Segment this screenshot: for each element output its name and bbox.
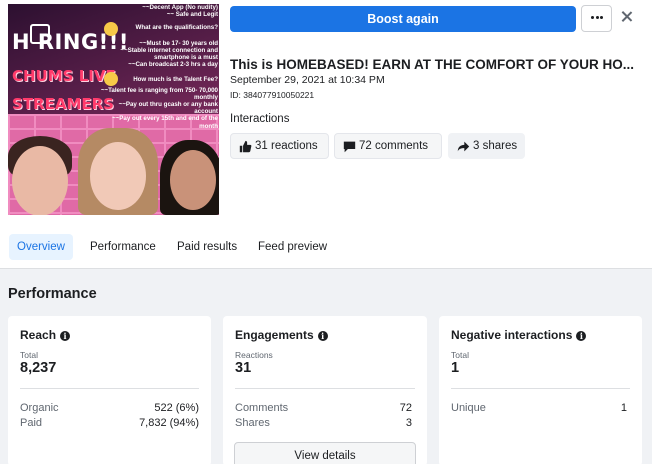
post-id: ID: 384077910050221	[230, 90, 315, 100]
view-details-button[interactable]: View details	[234, 442, 416, 464]
tab-overview[interactable]: Overview	[9, 234, 73, 260]
comment-icon	[343, 141, 356, 153]
tab-paid-results[interactable]: Paid results	[169, 234, 245, 260]
shares-chip[interactable]: 3 shares	[448, 133, 525, 159]
info-icon[interactable]: i	[576, 331, 587, 341]
info-icon[interactable]: i	[60, 331, 71, 341]
comments-value: 72	[399, 402, 412, 414]
negative-total-label: Total	[451, 350, 469, 360]
boost-again-button[interactable]: Boost again	[230, 6, 576, 32]
thumbs-up-icon	[239, 140, 252, 153]
negative-total-value: 1	[451, 360, 460, 376]
thinking-emoji-icon	[104, 22, 118, 36]
organic-value: 522 (6%)	[154, 402, 199, 414]
post-title: This is HOMEBASED! EARN AT THE COMFORT O…	[230, 57, 635, 72]
performance-heading: Performance	[8, 286, 97, 302]
share-arrow-icon	[457, 141, 470, 152]
close-icon[interactable]	[619, 9, 635, 25]
reactions-chip[interactable]: 31 reactions	[230, 133, 329, 159]
reactions-count: 31 reactions	[255, 140, 318, 152]
comments-chip[interactable]: 72 comments	[334, 133, 442, 159]
engagements-card: Engagements i Reactions 31 Comments 72 Sh…	[223, 316, 427, 464]
organic-label: Organic	[20, 402, 59, 414]
comments-count: 72 comments	[359, 140, 429, 152]
unique-value: 1	[620, 402, 627, 414]
reach-total-value: 8,237	[20, 360, 57, 376]
shares-label: Shares	[235, 417, 270, 429]
post-date: September 29, 2021 at 10:34 PM	[230, 74, 385, 86]
person-face-3	[170, 150, 216, 210]
tab-feed-preview[interactable]: Feed preview	[250, 234, 335, 260]
shares-value: 3	[405, 417, 412, 429]
shares-count: 3 shares	[473, 140, 518, 152]
divider	[235, 388, 415, 389]
post-thumbnail[interactable]: H RING!!! CHUMS LIVE STREAMERS ~~Decent …	[8, 4, 219, 215]
negative-interactions-card: Negative interactions i Total 1 Unique 1	[439, 316, 642, 464]
info-icon[interactable]: i	[317, 331, 328, 341]
comments-label: Comments	[235, 402, 289, 414]
interactions-heading: Interactions	[230, 113, 290, 125]
thinking-emoji-icon	[104, 72, 118, 86]
reach-card: Reach i Total 8,237 Organic 522 (6%) Paid…	[8, 316, 211, 464]
person-face-1	[12, 146, 68, 215]
divider	[20, 388, 199, 389]
reach-total-label: Total	[20, 350, 38, 360]
engagements-reactions-label: Reactions	[235, 350, 273, 360]
engagements-title: Engagements i	[235, 328, 328, 342]
paid-value: 7,832 (94%)	[139, 417, 199, 429]
negative-interactions-title: Negative interactions i	[451, 328, 587, 342]
unique-label: Unique	[451, 402, 486, 414]
paid-label: Paid	[20, 417, 43, 429]
reach-title: Reach i	[20, 328, 71, 342]
engagements-reactions-value: 31	[235, 360, 252, 376]
more-dots-icon	[591, 16, 603, 20]
divider	[451, 388, 630, 389]
more-options-button[interactable]	[581, 5, 612, 32]
tab-performance[interactable]: Performance	[82, 234, 164, 260]
person-face-2	[90, 142, 146, 210]
